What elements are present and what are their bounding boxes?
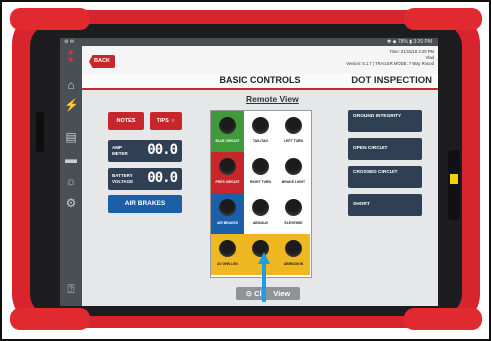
circuit-knob[interactable] — [219, 117, 236, 134]
remote-circuit-cell[interactable]: PRES CIRCUIT — [211, 152, 244, 193]
remote-view-title: Remote View — [246, 94, 299, 104]
remote-circuit-cell[interactable]: AV GRN LEN — [211, 234, 244, 275]
case-corner-top-right — [404, 8, 482, 30]
section-title: DOT INSPECTION — [351, 75, 432, 86]
case-side-button-left — [36, 112, 44, 152]
app-logo-icon: ▣ ▣ — [68, 50, 74, 63]
case-side-handle-right — [448, 150, 460, 220]
remote-circuit-cell[interactable]: TAIL/TAG — [244, 111, 277, 152]
header-version: Version: 5.1.7 | TRAILER MODE: 7 Way Rou… — [346, 61, 434, 66]
remote-circuit-cell[interactable]: LEFT TURN — [277, 111, 310, 152]
short-button[interactable]: SHORT — [348, 194, 422, 216]
home-icon[interactable]: ⌂ — [64, 78, 78, 92]
gauge-icon[interactable]: ⚡ — [64, 98, 79, 112]
battery-voltage-label: BATTERY VOLTAGE — [112, 173, 134, 184]
remote-circuit-cell[interactable]: RIGHT TURN — [244, 152, 277, 193]
image-frame: ⚙ ✉ ✱ ◆ 78% ▮ 3:20 PM ▣ ▣ ⌂ ⚡ ▤ ▬ ☼ ⚙ ⍰ B… — [0, 0, 491, 341]
circuit-label: LEFT TURN — [284, 139, 303, 143]
clipboard-icon[interactable]: ▤ — [64, 130, 78, 144]
circuit-label: AV GRN LEN — [217, 262, 238, 266]
back-button[interactable]: BACK — [89, 55, 115, 68]
bulb-icon[interactable]: ☼ — [64, 174, 78, 188]
status-left-icons: ⚙ ✉ — [64, 39, 75, 45]
circuit-knob[interactable] — [285, 199, 302, 216]
remote-circuit-cell[interactable]: BLUE CIRCUIT — [211, 111, 244, 152]
circuit-knob[interactable] — [219, 240, 236, 257]
circuit-label: PRES CIRCUIT — [215, 180, 240, 184]
bulb-icon: ☼ — [170, 118, 176, 124]
app-sidebar: ▣ ▣ ⌂ ⚡ ▤ ▬ ☼ ⚙ ⍰ — [60, 46, 82, 306]
circuit-label: BLUE CIRCUIT — [215, 139, 240, 143]
folder-icon[interactable]: ▬ — [64, 152, 78, 166]
remote-circuit-cell[interactable]: ABRIDGION — [277, 234, 310, 275]
ground-integrity-button[interactable]: GROUND INTEGRITY — [348, 110, 422, 132]
tablet-screen: ⚙ ✉ ✱ ◆ 78% ▮ 3:20 PM ▣ ▣ ⌂ ⚡ ▤ ▬ ☼ ⚙ ⍰ B… — [60, 38, 438, 306]
circuit-knob[interactable] — [252, 117, 269, 134]
circuit-label: ELEVENSE — [284, 221, 303, 225]
open-circuit-button[interactable]: OPEN CIRCUIT — [348, 138, 422, 160]
settings-icon[interactable]: ⚙ — [64, 196, 78, 210]
view-toggle-icon: ⊙ — [245, 289, 253, 298]
circuit-knob[interactable] — [285, 240, 302, 257]
case-corner-bottom-right — [404, 308, 482, 330]
title-bar: BASIC CONTROLS DOT INSPECTION — [82, 74, 438, 90]
help-icon[interactable]: ⍰ — [64, 282, 78, 296]
circuit-label: RIGHT TURN — [250, 180, 271, 184]
crossed-circuit-button[interactable]: CROSSED CIRCUIT — [348, 166, 422, 188]
case-corner-bottom-left — [10, 308, 90, 330]
amp-meter-label: AMP METER — [112, 145, 128, 156]
circuit-label: ABRIDGION — [283, 262, 304, 266]
status-right-icons: ✱ ◆ 78% ▮ 3:20 PM — [387, 39, 432, 45]
circuit-knob[interactable] — [285, 158, 302, 175]
battery-voltage-display: BATTERY VOLTAGE 00.0 — [108, 168, 182, 190]
remote-circuit-cell[interactable]: BRAKE LIGHT — [277, 152, 310, 193]
arrow-up-icon — [258, 252, 270, 302]
header-meta: Time: 01/15/18 3:20 PM Vlad Version: 5.1… — [346, 49, 434, 67]
circuit-knob[interactable] — [219, 199, 236, 216]
notes-button[interactable]: NOTES — [108, 112, 144, 130]
circuit-knob[interactable] — [285, 117, 302, 134]
circuit-label: AIR BRAKES — [216, 221, 239, 225]
amp-meter-display: AMP METER 00.0 — [108, 140, 182, 162]
remote-circuit-cell[interactable]: ELEVENSE — [277, 193, 310, 234]
remote-circuit-cell[interactable]: AIR BRAKES — [211, 193, 244, 234]
air-brakes-button[interactable]: AIR BRAKES — [108, 195, 182, 213]
case-corner-top-left — [10, 8, 90, 30]
amp-meter-value: 00.0 — [147, 142, 178, 158]
circuit-knob[interactable] — [252, 199, 269, 216]
circuit-label: ABS/AUX — [252, 221, 269, 225]
case-tag — [450, 174, 458, 184]
remote-circuit-cell[interactable]: ABS/AUX — [244, 193, 277, 234]
circuit-knob[interactable] — [219, 158, 236, 175]
tips-button[interactable]: TIPS ☼ — [150, 112, 182, 130]
app-header: BACK Time: 01/15/18 3:20 PM Vlad Version… — [82, 46, 438, 75]
android-status-bar: ⚙ ✉ ✱ ◆ 78% ▮ 3:20 PM — [60, 38, 438, 46]
circuit-label: TAIL/TAG — [252, 139, 269, 143]
circuit-knob[interactable] — [252, 158, 269, 175]
circuit-label: BRAKE LIGHT — [281, 180, 306, 184]
tips-label: TIPS — [156, 118, 169, 124]
battery-voltage-value: 00.0 — [147, 170, 178, 186]
